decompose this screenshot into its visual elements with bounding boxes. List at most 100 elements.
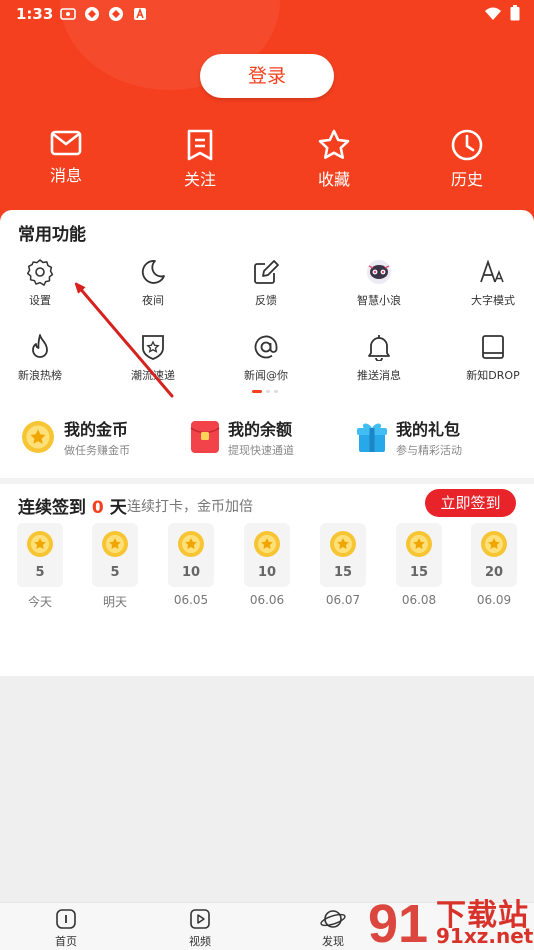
- signin-day-label: 06.08: [401, 593, 437, 607]
- system-status: [484, 5, 520, 25]
- app-icon: [84, 6, 100, 22]
- signin-button[interactable]: 立即签到: [425, 489, 516, 517]
- video-icon: [190, 909, 210, 929]
- function-label: 夜间: [142, 294, 164, 307]
- wallet-title: 我的礼包: [396, 420, 461, 439]
- signin-day-amount: 20: [484, 565, 504, 580]
- signin-day-amount: 5: [110, 565, 120, 580]
- quick-action-label: 收藏: [317, 170, 350, 189]
- signin-day-label: 明天: [102, 595, 127, 609]
- at-icon: [254, 335, 278, 359]
- watermark-logo: 91: [368, 894, 428, 950]
- app-icon: [108, 6, 124, 22]
- quick-action-label: 历史: [450, 170, 483, 189]
- signin-day-box: 5: [92, 523, 138, 587]
- page-indicator: [252, 390, 278, 393]
- quick-action-history[interactable]: 历史: [427, 128, 507, 190]
- quick-action-messages[interactable]: 消息: [26, 128, 106, 186]
- gear-icon: [26, 259, 54, 286]
- function-label: 推送消息: [357, 369, 401, 382]
- function-label: 设置: [29, 294, 51, 307]
- nav-video[interactable]: 视频: [170, 907, 230, 949]
- home-icon: [56, 909, 76, 929]
- my-gift-pack[interactable]: 我的礼包 参与精彩活动: [356, 416, 462, 458]
- nav-discover[interactable]: 发现: [303, 907, 363, 949]
- flame-icon: [32, 334, 48, 358]
- signin-day: 10 06.06: [244, 523, 290, 607]
- signin-day: 5 今天: [17, 523, 63, 610]
- star-icon: [318, 129, 350, 159]
- page-dot: [274, 390, 278, 393]
- status-time: 1:33: [16, 5, 54, 23]
- trend-badge-icon: [142, 335, 164, 360]
- signin-day-amount: 5: [35, 565, 45, 580]
- quick-action-favorites[interactable]: 收藏: [294, 128, 374, 190]
- font-size-icon: [480, 259, 504, 283]
- bookmark-icon: [187, 129, 213, 161]
- weibo-icon: [60, 6, 76, 22]
- signin-subtitle: 连续打卡，金币加倍: [127, 499, 253, 515]
- coin-icon: [178, 531, 204, 557]
- signin-prefix: 连续签到: [18, 498, 86, 518]
- page-dot: [266, 390, 270, 393]
- function-label: 新浪热榜: [18, 369, 62, 382]
- function-news-at-you[interactable]: 新闻@你: [226, 333, 306, 383]
- red-envelope-icon: [190, 421, 220, 453]
- signin-day-label: 06.07: [325, 593, 361, 607]
- book-icon: [482, 335, 504, 359]
- edit-icon: [254, 260, 279, 284]
- notification-icons: [60, 6, 148, 22]
- function-feedback[interactable]: 反馈: [226, 258, 306, 308]
- function-hot-list[interactable]: 新浪热榜: [0, 333, 80, 383]
- page-dot-active: [252, 390, 262, 393]
- bell-icon: [368, 335, 390, 361]
- signin-day-box: 10: [244, 523, 290, 587]
- function-drop[interactable]: 新知DROP: [453, 333, 533, 383]
- wallet-subtitle: 提现快速通道: [228, 444, 294, 457]
- function-label: 潮流速递: [131, 369, 175, 382]
- login-button[interactable]: 登录: [200, 54, 334, 98]
- signin-day: 15 06.07: [320, 523, 366, 607]
- status-bar: 1:33: [0, 0, 534, 28]
- site-watermark: 91 下载站 91xz.net: [366, 890, 534, 950]
- signin-suffix: 天: [109, 498, 127, 518]
- wallet-subtitle: 做任务赚金币: [64, 444, 130, 457]
- nav-label: 视频: [189, 935, 211, 948]
- signin-day-box: 15: [320, 523, 366, 587]
- function-settings[interactable]: 设置: [0, 258, 80, 308]
- signin-day: 5 明天: [92, 523, 138, 610]
- signin-day-amount: 10: [181, 565, 201, 580]
- quick-action-follow[interactable]: 关注: [160, 128, 240, 190]
- signin-day-amount: 15: [333, 565, 353, 580]
- signin-day-box: 5: [17, 523, 63, 587]
- my-balance[interactable]: 我的余额 提现快速通道: [190, 416, 294, 458]
- mascot-icon: [367, 260, 391, 284]
- signin-day-box: 15: [396, 523, 442, 587]
- gift-icon: [357, 423, 387, 452]
- function-large-font[interactable]: 大字模式: [453, 258, 533, 308]
- signin-day-box: 20: [471, 523, 517, 587]
- section-title: 常用功能: [18, 225, 86, 245]
- wallet-subtitle: 参与精彩活动: [396, 444, 462, 457]
- signin-day-amount: 10: [257, 565, 277, 580]
- coin-icon: [27, 531, 53, 557]
- svg-text:91: 91: [368, 894, 428, 950]
- function-label: 新知DROP: [466, 369, 520, 382]
- signin-day: 10 06.05: [168, 523, 214, 607]
- quick-action-label: 消息: [49, 166, 82, 185]
- function-trend-express[interactable]: 潮流速递: [113, 333, 193, 383]
- function-push-messages[interactable]: 推送消息: [339, 333, 419, 383]
- function-smart-assistant[interactable]: 智慧小浪: [339, 258, 419, 308]
- nav-home[interactable]: 首页: [36, 907, 96, 949]
- my-coins[interactable]: 我的金币 做任务赚金币: [20, 416, 130, 458]
- quick-action-label: 关注: [183, 170, 216, 189]
- wifi-icon: [484, 6, 502, 25]
- signin-streak: 连续签到 0 天: [18, 493, 127, 518]
- coin-icon: [254, 531, 280, 557]
- function-label: 反馈: [255, 294, 277, 307]
- signin-day-label: 06.06: [249, 593, 285, 607]
- quick-actions: 消息 关注 收藏 历史: [0, 128, 534, 192]
- coin-icon: [330, 531, 356, 557]
- function-label: 智慧小浪: [357, 294, 401, 307]
- function-night-mode[interactable]: 夜间: [113, 258, 193, 308]
